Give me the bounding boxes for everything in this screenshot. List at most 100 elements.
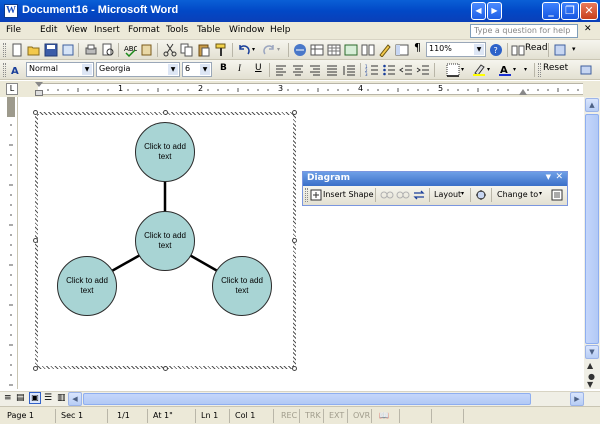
status-column[interactable]: Col 1 [232, 409, 274, 423]
align-center-icon[interactable] [291, 63, 305, 77]
menu-table[interactable]: Table [197, 25, 220, 35]
styles-formatting-icon[interactable]: A [10, 63, 24, 77]
minimize-button[interactable]: _ [542, 2, 560, 20]
close-icon[interactable]: ✕ [555, 172, 563, 182]
layout-button[interactable]: Layout [434, 190, 461, 199]
autoformat-icon[interactable] [474, 189, 488, 201]
bullets-icon[interactable] [382, 63, 396, 77]
close-button[interactable]: ✕ [580, 2, 598, 20]
vertical-ruler[interactable] [5, 97, 18, 389]
insert-table-icon[interactable] [327, 43, 341, 57]
open-icon[interactable] [27, 43, 41, 57]
resize-handle[interactable] [163, 110, 168, 115]
status-position[interactable]: At 1" [150, 409, 196, 423]
hyperlink-icon[interactable] [293, 43, 307, 57]
justify-icon[interactable] [325, 63, 339, 77]
menu-edit[interactable]: Edit [40, 25, 57, 35]
status-trk[interactable]: TRK [302, 409, 324, 423]
underline-button[interactable]: U [255, 63, 262, 73]
menu-format[interactable]: Format [128, 25, 160, 35]
toolbar-options-icon[interactable]: ▾ [572, 45, 576, 53]
move-shape-forward-icon[interactable] [396, 189, 410, 201]
increase-indent-icon[interactable] [416, 63, 430, 77]
reset-button[interactable]: Reset [543, 63, 568, 73]
ruler-scale[interactable]: 1 2 3 4 5 [35, 82, 583, 96]
menu-insert[interactable]: Insert [94, 25, 120, 35]
spelling-status-icon[interactable]: 📖 [376, 409, 400, 423]
close-document-icon[interactable]: ✕ [584, 24, 592, 34]
decrease-indent-icon[interactable] [399, 63, 413, 77]
diagram-node-right[interactable]: Click to add text [212, 256, 272, 316]
redo-icon[interactable] [262, 43, 276, 57]
numbering-icon[interactable]: 123 [365, 63, 379, 77]
font-color-dropdown-icon[interactable]: ▾ [513, 66, 516, 73]
menu-file[interactable]: File [6, 25, 21, 35]
tables-borders-icon[interactable] [310, 43, 324, 57]
italic-button[interactable]: I [238, 63, 241, 73]
zoom-combo[interactable]: 110% ▼ [426, 42, 486, 57]
resize-handle[interactable] [292, 366, 297, 371]
document-map-icon[interactable] [395, 43, 409, 57]
undo-dropdown-icon[interactable]: ▾ [252, 46, 255, 53]
resize-handle[interactable] [292, 110, 297, 115]
chevron-down-icon[interactable]: ▼ [474, 44, 484, 55]
align-right-icon[interactable] [308, 63, 322, 77]
bold-button[interactable]: B [220, 63, 227, 73]
scroll-thumb[interactable] [585, 114, 599, 344]
menu-help[interactable]: Help [270, 25, 291, 35]
style-combo[interactable]: Normal ▼ [26, 62, 94, 77]
read-button[interactable]: Read [525, 43, 548, 53]
reverse-diagram-icon[interactable] [412, 189, 426, 201]
scroll-down-button[interactable]: ▼ [585, 345, 599, 359]
left-indent-marker[interactable] [35, 90, 43, 96]
reset-picture-icon[interactable] [579, 63, 593, 77]
show-hide-icon[interactable]: ¶ [414, 41, 421, 54]
align-left-icon[interactable] [274, 63, 288, 77]
borders-dropdown-icon[interactable]: ▾ [461, 66, 464, 73]
chevron-down-icon[interactable]: ▼ [168, 64, 178, 75]
vertical-scrollbar[interactable]: ▲ ▼ ▲ ● ▼ [584, 97, 600, 389]
outline-view-icon[interactable]: ☰ [44, 393, 52, 403]
print-preview-icon[interactable] [101, 43, 115, 57]
menu-tools[interactable]: Tools [166, 25, 188, 35]
toolbar-grip[interactable] [305, 188, 308, 202]
chevron-down-icon[interactable]: ▼ [546, 173, 551, 181]
previous-page-icon[interactable]: ▲ [587, 361, 593, 370]
cut-icon[interactable] [163, 43, 177, 57]
chevron-down-icon[interactable]: ▾ [539, 190, 542, 197]
font-color-icon[interactable]: A [498, 63, 512, 77]
tab-selector-icon[interactable]: L [6, 83, 18, 95]
format-painter-icon[interactable] [214, 43, 228, 57]
toolbar-grip[interactable] [3, 43, 6, 57]
research-icon[interactable] [140, 43, 154, 57]
normal-view-icon[interactable]: ≡ [4, 393, 12, 403]
chevron-down-icon[interactable]: ▾ [461, 190, 464, 197]
font-combo[interactable]: Georgia ▼ [96, 62, 180, 77]
status-ovr[interactable]: OVR [350, 409, 372, 423]
forward-icon[interactable]: ▶ [487, 2, 502, 20]
print-layout-view-icon[interactable]: ▣ [29, 392, 41, 404]
status-section[interactable]: Sec 1 [58, 409, 108, 423]
spelling-icon[interactable]: ABC [123, 43, 137, 57]
menu-window[interactable]: Window [229, 25, 265, 35]
undo-icon[interactable] [237, 43, 251, 57]
diagram-canvas[interactable]: Click to add text Click to add text Clic… [38, 115, 293, 366]
borders-icon[interactable] [446, 63, 460, 77]
diagram-node-center[interactable]: Click to add text [135, 211, 195, 271]
restore-button[interactable]: ❐ [561, 2, 579, 20]
help-question-box[interactable]: Type a question for help [470, 24, 578, 38]
insert-shape-icon[interactable] [310, 189, 322, 201]
diagram-toolbar-header[interactable]: Diagram ▼ ✕ [303, 172, 567, 186]
drawing-icon[interactable] [378, 43, 392, 57]
insert-shape-button[interactable]: Insert Shape [323, 190, 374, 199]
read-icon[interactable] [511, 43, 525, 57]
reading-view-icon[interactable]: ▥ [57, 393, 66, 403]
web-view-icon[interactable]: ▤ [16, 393, 25, 403]
resize-handle[interactable] [33, 110, 38, 115]
redo-dropdown-icon[interactable]: ▾ [277, 46, 280, 53]
highlight-icon[interactable] [472, 63, 486, 77]
move-shape-backward-icon[interactable] [380, 189, 394, 201]
toolbar-options-icon[interactable]: ▾ [524, 66, 527, 73]
save-icon[interactable] [44, 43, 58, 57]
status-page-count[interactable]: 1/1 [114, 409, 148, 423]
